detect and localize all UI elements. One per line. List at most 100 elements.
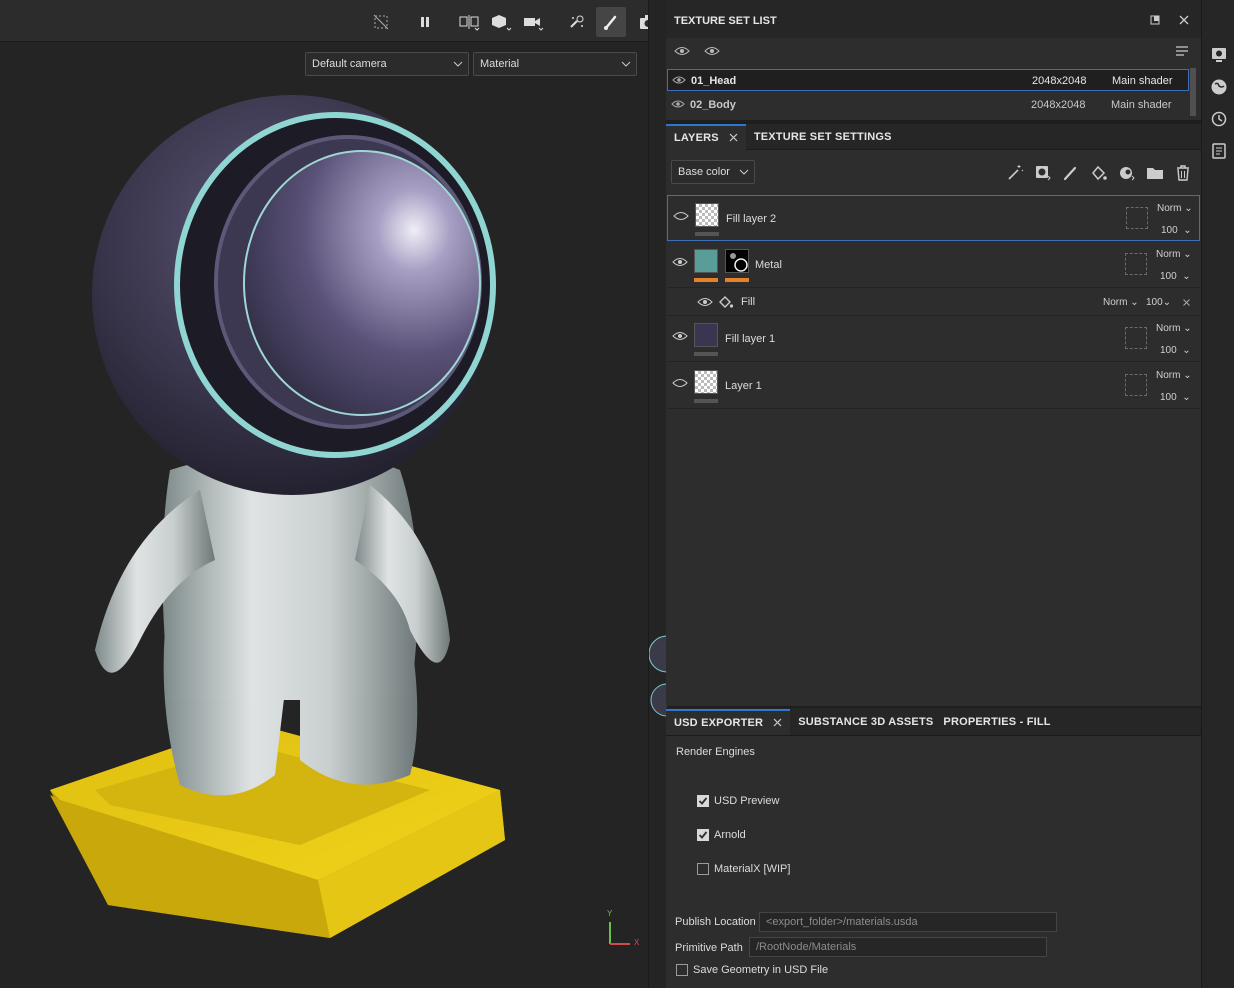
texture-set-row[interactable]: 02_Body 2048x2048 Main shader — [667, 94, 1189, 116]
eye-icon[interactable] — [672, 75, 686, 85]
close-icon[interactable] — [1183, 299, 1190, 306]
tab-label: TEXTURE SET SETTINGS — [753, 130, 892, 143]
add-effect-icon[interactable] — [1118, 164, 1136, 182]
opacity-value: 100 — [1161, 225, 1178, 236]
primitive-path-input[interactable]: /RootNode/Materials — [749, 937, 1047, 957]
blend-mode-select[interactable]: Norm ⌄ — [1156, 323, 1192, 334]
close-icon[interactable] — [773, 718, 782, 727]
3d-viewport[interactable]: Default camera Material Y X U — [0, 0, 648, 988]
tab-usd-exporter[interactable]: USD EXPORTER — [666, 708, 791, 735]
channel-select-value: Base color — [678, 166, 730, 178]
layer-thumbnail — [695, 203, 719, 227]
eye-icon[interactable] — [672, 377, 688, 389]
opacity-select[interactable]: 100 ⌄ — [1160, 271, 1191, 282]
paint-brush-icon[interactable] — [596, 7, 626, 37]
thumbnail-bar — [695, 232, 719, 236]
tab-properties-fill[interactable]: PROPERTIES - FILL — [941, 709, 1058, 735]
close-icon[interactable] — [1179, 15, 1189, 25]
checkbox-unchecked-icon[interactable] — [697, 863, 709, 875]
fill-layer-icon[interactable] — [1090, 164, 1108, 182]
layer-name: Fill layer 1 — [725, 333, 776, 345]
close-icon[interactable] — [729, 133, 738, 142]
material-select[interactable]: Material — [473, 52, 637, 76]
folder-icon[interactable] — [1146, 164, 1164, 182]
blend-mode-select[interactable]: Norm ⌄ — [1103, 297, 1139, 308]
bottom-tab-bar: USD EXPORTER SUBSTANCE 3D ASSETS PROPERT… — [666, 708, 1201, 736]
materialx-checkbox[interactable]: MaterialX [WIP] — [697, 863, 790, 875]
log-icon[interactable] — [1210, 142, 1228, 160]
effect-name: Fill — [741, 296, 756, 308]
delete-icon[interactable] — [1174, 164, 1192, 182]
menu-icon[interactable] — [1175, 45, 1189, 57]
blend-mode-value: Norm — [1156, 370, 1181, 381]
right-toolbar — [1201, 0, 1234, 988]
publish-location-label: Publish Location — [675, 916, 756, 928]
magic-wand-icon[interactable] — [1006, 164, 1024, 182]
publish-location-input[interactable]: <export_folder>/materials.usda — [759, 912, 1057, 932]
layer-row[interactable]: Fill layer 1 Norm ⌄ 100 ⌄ — [667, 316, 1200, 362]
eye-icon[interactable] — [673, 210, 689, 222]
chevron-down-icon — [739, 169, 749, 175]
layer-row[interactable]: Metal Norm ⌄ 100 ⌄ — [667, 242, 1200, 288]
layer-thumbnail — [694, 249, 718, 273]
material-select-value: Material — [480, 58, 520, 70]
primitive-path-label: Primitive Path — [675, 942, 743, 954]
tab-label: SUBSTANCE 3D ASSETS — [798, 715, 934, 728]
screenshot-icon[interactable] — [633, 7, 648, 37]
eye-icon[interactable] — [697, 296, 713, 308]
add-mask-icon[interactable] — [1034, 164, 1052, 182]
effect-row[interactable]: Fill Norm ⌄ 100⌄ — [667, 289, 1200, 316]
opacity-select[interactable]: 100 ⌄ — [1160, 345, 1191, 356]
checkbox-checked-icon[interactable] — [697, 795, 709, 807]
opacity-select[interactable]: 100 ⌄ — [1160, 392, 1191, 403]
checkbox-checked-icon[interactable] — [697, 829, 709, 841]
tab-substance-3d-assets[interactable]: SUBSTANCE 3D ASSETS — [790, 709, 941, 735]
blend-mode-value: Norm — [1156, 249, 1181, 260]
environment-icon[interactable] — [1210, 78, 1228, 96]
camera-icon[interactable] — [518, 7, 548, 37]
model-render[interactable] — [0, 0, 648, 988]
layer-mask-slot — [1125, 374, 1147, 396]
thumbnail-bar — [694, 278, 718, 282]
cube-icon[interactable] — [486, 7, 516, 37]
viewport-toolbar — [0, 0, 648, 42]
camera-select[interactable]: Default camera — [305, 52, 469, 76]
split-view-icon[interactable] — [454, 7, 484, 37]
fill-effect-icon — [719, 296, 734, 308]
layer-mask-slot — [1125, 327, 1147, 349]
display-settings-icon[interactable] — [1210, 45, 1228, 63]
eye-icon[interactable] — [672, 330, 688, 342]
brush-settings-icon[interactable] — [562, 7, 592, 37]
checkbox-unchecked-icon[interactable] — [676, 964, 688, 976]
panel-splitter[interactable] — [648, 0, 667, 988]
save-geometry-checkbox[interactable]: Save Geometry in USD File — [676, 964, 828, 976]
opacity-select[interactable]: 100⌄ — [1146, 297, 1171, 308]
texture-set-row[interactable]: 01_Head 2048x2048 Main shader — [667, 69, 1189, 91]
chevron-down-icon — [453, 61, 463, 67]
pause-icon[interactable] — [410, 7, 440, 37]
layer-row[interactable]: Layer 1 Norm ⌄ 100 ⌄ — [667, 363, 1200, 409]
history-icon[interactable] — [1210, 110, 1228, 128]
tab-label: LAYERS — [674, 131, 719, 144]
blend-mode-value: Norm — [1103, 297, 1128, 308]
blend-mode-select[interactable]: Norm ⌄ — [1156, 249, 1192, 260]
blend-mode-select[interactable]: Norm ⌄ — [1156, 370, 1192, 381]
layer-name: Fill layer 2 — [726, 213, 777, 225]
eye-icon[interactable] — [672, 256, 688, 268]
checkbox-label: Arnold — [714, 829, 746, 841]
camera-select-value: Default camera — [312, 58, 387, 70]
paint-layer-icon[interactable] — [1062, 164, 1080, 182]
eye-settings-icon[interactable] — [674, 45, 690, 57]
opacity-select[interactable]: 100 ⌄ — [1161, 225, 1192, 236]
usd-preview-checkbox[interactable]: USD Preview — [697, 795, 779, 807]
tab-layers[interactable]: LAYERS — [666, 123, 746, 150]
tab-texture-set-settings[interactable]: TEXTURE SET SETTINGS — [746, 124, 900, 150]
eye-icon[interactable] — [704, 45, 720, 57]
channel-select[interactable]: Base color — [671, 160, 755, 184]
arnold-checkbox[interactable]: Arnold — [697, 829, 746, 841]
eye-icon[interactable] — [671, 99, 685, 109]
hide-icon[interactable] — [366, 7, 396, 37]
blend-mode-select[interactable]: Norm ⌄ — [1157, 203, 1193, 214]
layer-row[interactable]: Fill layer 2 Norm ⌄ 100 ⌄ — [667, 195, 1200, 241]
undock-icon[interactable] — [1150, 15, 1160, 25]
